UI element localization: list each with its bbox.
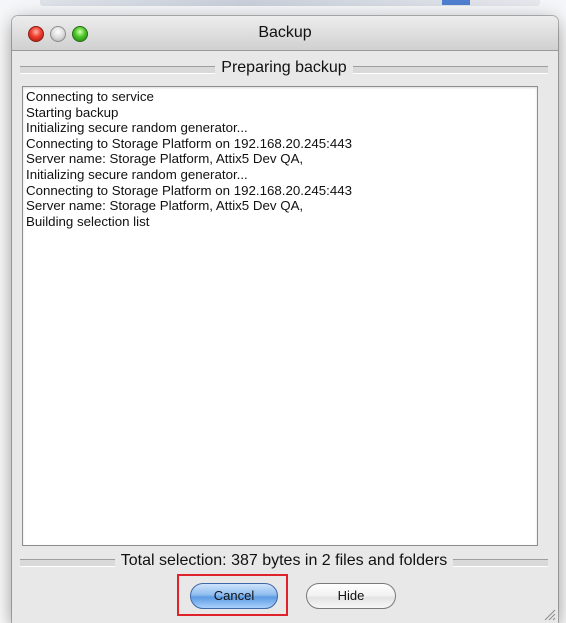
log-text-area[interactable]: Connecting to service Starting backup In…: [22, 86, 538, 546]
desktop-background: Backup Preparing backup Connecting to se…: [0, 0, 566, 623]
log-line: Starting backup: [26, 104, 119, 120]
log-line: Connecting to Storage Platform on 192.16…: [26, 182, 353, 198]
summary-header: Total selection: 387 bytes in 2 files an…: [20, 551, 548, 573]
cancel-button[interactable]: Cancel: [190, 583, 278, 609]
log-line: Building selection list: [26, 213, 150, 229]
background-accent: [442, 0, 470, 5]
hide-button[interactable]: Hide: [306, 583, 396, 609]
resize-grip-icon[interactable]: [542, 607, 556, 621]
log-line: Server name: Storage Platform, Attix5 De…: [26, 198, 304, 214]
log-line: Connecting to Storage Platform on 192.16…: [26, 135, 353, 151]
title-bar[interactable]: Backup: [12, 16, 558, 51]
background-window-edge: [40, 0, 540, 6]
log-line: Server name: Storage Platform, Attix5 De…: [26, 151, 304, 167]
backup-window: Backup Preparing backup Connecting to se…: [12, 16, 558, 623]
log-line: Connecting to service: [26, 89, 154, 104]
log-line: Initializing secure random generator...: [26, 120, 248, 136]
total-selection-label: Total selection: 387 bytes in 2 files an…: [114, 552, 454, 569]
log-line: Initializing secure random generator...: [26, 166, 248, 182]
window-title: Backup: [258, 24, 312, 41]
progress-header: Preparing backup: [20, 58, 548, 80]
progress-header-label: Preparing backup: [215, 59, 353, 76]
